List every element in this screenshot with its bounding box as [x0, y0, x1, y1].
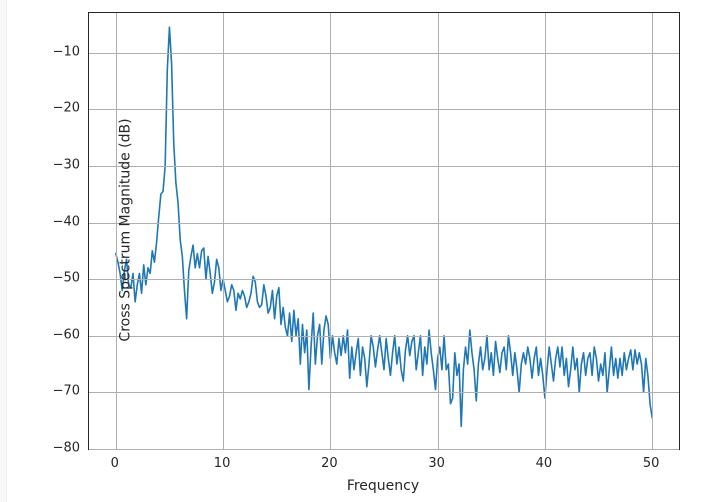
gridline-horizontal — [89, 392, 679, 393]
chart-figure: 0 10 20 30 40 50 −80 −70 −60 −50 −40 −30 −20 −10 Fre… — [0, 0, 715, 502]
data-line — [116, 27, 652, 426]
y-tick-label: −50 — [40, 271, 80, 286]
y-tick-label: −70 — [40, 384, 80, 399]
y-tick-label: −80 — [40, 441, 80, 456]
gridline-horizontal — [89, 223, 679, 224]
gridline-horizontal — [89, 449, 679, 450]
gridline-vertical — [652, 13, 653, 449]
plot-axes — [88, 12, 680, 450]
gridline-vertical — [438, 13, 439, 449]
line-plot — [89, 13, 679, 449]
left-margin-stripe — [0, 0, 7, 502]
x-tick-label: 10 — [214, 456, 231, 471]
gridline-horizontal — [89, 166, 679, 167]
x-tick-label: 30 — [428, 456, 445, 471]
y-axis-label: Cross Spectrum Magnitude (dB) — [118, 118, 134, 341]
y-tick-label: −60 — [40, 327, 80, 342]
y-tick-label: −30 — [40, 157, 80, 172]
gridline-horizontal — [89, 279, 679, 280]
gridline-horizontal — [89, 109, 679, 110]
x-tick-label: 20 — [321, 456, 338, 471]
y-tick-label: −20 — [40, 101, 80, 116]
x-tick-label: 0 — [111, 456, 119, 471]
gridline-vertical — [223, 13, 224, 449]
gridline-horizontal — [89, 336, 679, 337]
x-axis-label: Frequency — [88, 478, 678, 494]
x-tick-label: 40 — [536, 456, 553, 471]
y-tick-label: −10 — [40, 44, 80, 59]
y-tick-label: −40 — [40, 214, 80, 229]
gridline-horizontal — [89, 53, 679, 54]
gridline-vertical — [545, 13, 546, 449]
gridline-vertical — [330, 13, 331, 449]
x-tick-label: 50 — [643, 456, 660, 471]
